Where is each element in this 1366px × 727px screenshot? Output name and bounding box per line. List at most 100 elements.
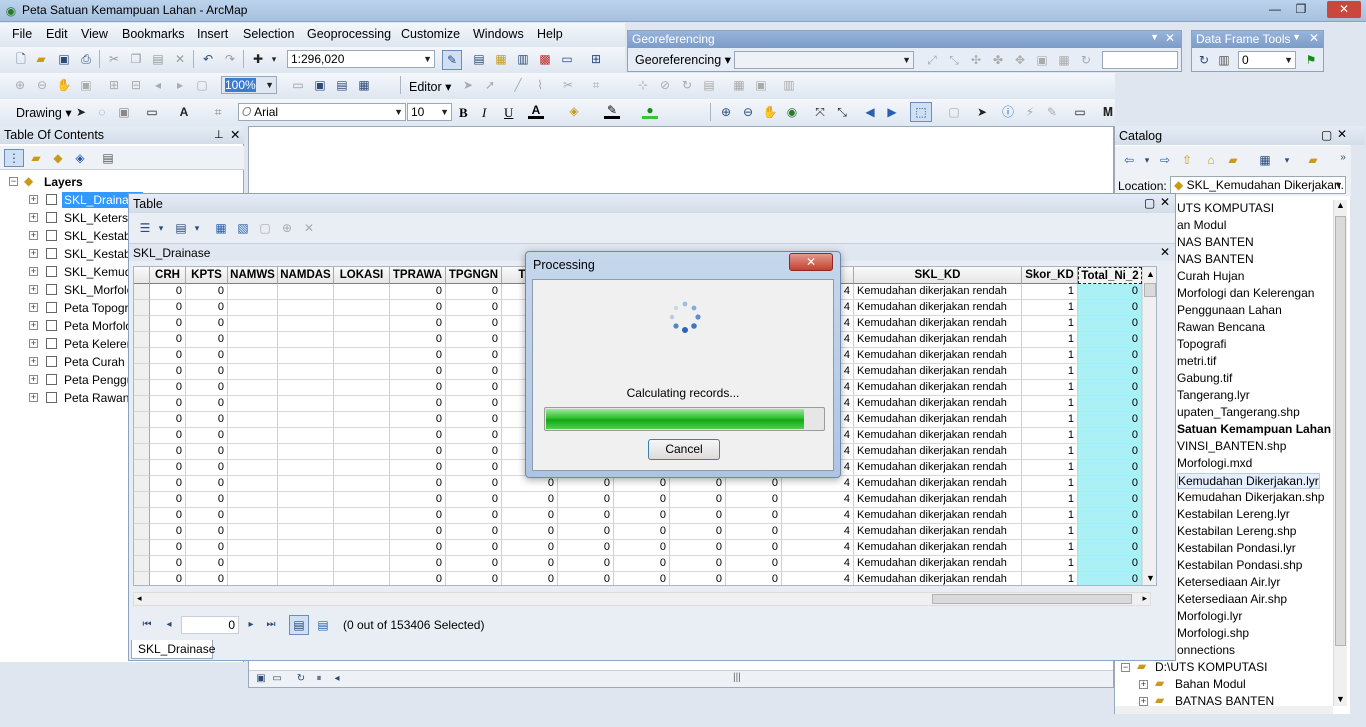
table-cell[interactable]: 0 [1078,524,1142,540]
table-cell[interactable]: 0 [1078,556,1142,572]
table-cell[interactable] [228,348,278,364]
table-cell[interactable]: 0 [390,556,446,572]
table-cell[interactable]: Kemudahan dikerjakan rendah [854,444,1022,460]
table-options-icon[interactable]: ☰ [137,220,153,236]
menu-windows[interactable]: Windows [473,27,524,41]
layer-visibility-checkbox[interactable] [46,320,57,331]
go-back-icon[interactable]: ◂ [150,77,166,93]
table-cell[interactable] [278,380,334,396]
menu-customize[interactable]: Customize [401,27,460,41]
table-cell[interactable] [334,348,390,364]
chevron-down-icon[interactable]: ▾ [1279,152,1295,168]
table-cell[interactable]: 0 [614,540,670,556]
add-control-points-icon[interactable]: ✣ [968,52,984,68]
table-cell[interactable]: 0 [558,556,614,572]
table-cell[interactable]: 0 [614,556,670,572]
table-cell[interactable]: 1 [1022,316,1078,332]
table-cell[interactable]: 0 [186,572,228,585]
table-cell[interactable]: 0 [150,492,186,508]
table-cell[interactable] [278,508,334,524]
flag-icon[interactable]: ⚑ [1303,52,1319,68]
close-icon[interactable]: ✕ [1309,31,1319,45]
table-cell[interactable] [228,508,278,524]
table-cell[interactable]: 0 [1078,348,1142,364]
close-icon[interactable]: ✕ [230,127,240,142]
collapse-icon[interactable]: − [9,177,18,186]
row-selector-header[interactable] [134,267,150,284]
refresh-icon[interactable]: ↻ [293,671,309,687]
table-cell[interactable]: 1 [1022,364,1078,380]
table-cell[interactable] [228,380,278,396]
table-cell[interactable]: 0 [502,572,558,585]
table-cell[interactable]: 0 [186,396,228,412]
new-folder-icon[interactable]: ▰ [1305,152,1321,168]
sketch-properties-icon[interactable]: ▦ [731,77,747,93]
table-cell[interactable]: 0 [186,556,228,572]
view-link-table-icon[interactable]: ▦ [1056,52,1072,68]
table-cell[interactable]: 1 [1022,332,1078,348]
table-cell[interactable]: 0 [558,492,614,508]
table-cell[interactable]: 0 [614,508,670,524]
table-cell[interactable]: 0 [186,508,228,524]
table-row[interactable]: 0 0 0 0 0 0 0 0 0 4 Kemudahan dikerjakan rendah 1 0 [134,572,1142,585]
go-forward-icon[interactable]: ▸ [172,77,188,93]
table-cell[interactable]: 0 [1078,460,1142,476]
close-icon[interactable]: ✕ [1337,127,1347,141]
table-cell[interactable] [278,540,334,556]
table-cell[interactable]: Kemudahan dikerjakan rendah [854,524,1022,540]
table-horizontal-scrollbar[interactable]: ◂ ▸ [133,592,1151,606]
expand-icon[interactable]: + [29,303,38,312]
undo-icon[interactable]: ↶ [200,51,216,67]
paste-icon[interactable]: ▤ [150,51,166,67]
table-cell[interactable]: 0 [1078,572,1142,585]
row-selector[interactable] [134,540,150,556]
editor-menu[interactable]: Editor ▾ [409,79,451,94]
table-vertical-scrollbar[interactable]: ▲ ▼ [1142,267,1156,585]
redo-icon[interactable]: ↷ [222,51,238,67]
table-cell[interactable] [334,316,390,332]
table-cell[interactable]: 1 [1022,412,1078,428]
table-cell[interactable]: 0 [502,540,558,556]
shift-georef-icon[interactable]: ⤡ [946,52,962,68]
layers-root[interactable]: − ◆ Layers [0,173,244,191]
table-cell[interactable]: 0 [446,508,502,524]
map-scale-combo[interactable]: 1:296,020 ▼ [287,50,435,68]
column-header[interactable]: NAMWS [228,267,278,284]
first-record-icon[interactable]: ⏮ [139,617,155,633]
table-cell[interactable]: 0 [390,380,446,396]
close-icon[interactable]: ✕ [1160,245,1170,259]
table-cell[interactable]: 4 [782,508,854,524]
table-cell[interactable]: 0 [186,348,228,364]
table-cell[interactable]: 0 [1078,412,1142,428]
table-cell[interactable]: 0 [614,572,670,585]
table-cell[interactable] [334,428,390,444]
table-cell[interactable]: 0 [150,540,186,556]
table-cell[interactable]: Kemudahan dikerjakan rendah [854,476,1022,492]
table-cell[interactable] [228,332,278,348]
chevron-down-icon[interactable]: ▼ [1150,32,1159,42]
table-cell[interactable]: 0 [502,476,558,492]
table-cell[interactable] [334,364,390,380]
select-by-attributes-icon[interactable]: ▦ [213,220,229,236]
change-layout-icon[interactable]: ▤ [334,77,350,93]
table-cell[interactable]: 0 [1078,364,1142,380]
table-cell[interactable] [228,524,278,540]
table-cell[interactable]: 0 [390,348,446,364]
table-cell[interactable]: Kemudahan dikerjakan rendah [854,316,1022,332]
clear-selection-icon[interactable]: ▢ [946,104,962,120]
table-cell[interactable]: 0 [446,284,502,300]
table-cell[interactable] [334,556,390,572]
collapse-icon[interactable]: − [1121,663,1130,672]
record-number-input[interactable]: 0 [181,616,239,634]
split-tool-icon[interactable]: ✂ [560,77,576,93]
table-cell[interactable]: 0 [186,284,228,300]
table-cell[interactable]: 0 [502,524,558,540]
pause-drawing-icon[interactable]: ⏸ [311,671,327,687]
fixed-zoom-out-icon[interactable]: ⊟ [128,77,144,93]
expand-icon[interactable]: + [29,375,38,384]
link-table-icon[interactable]: ✤ [990,52,1006,68]
table-cell[interactable] [278,556,334,572]
table-cell[interactable] [228,412,278,428]
line-color-icon[interactable]: ✎ [604,103,620,119]
table-cell[interactable]: 0 [186,412,228,428]
